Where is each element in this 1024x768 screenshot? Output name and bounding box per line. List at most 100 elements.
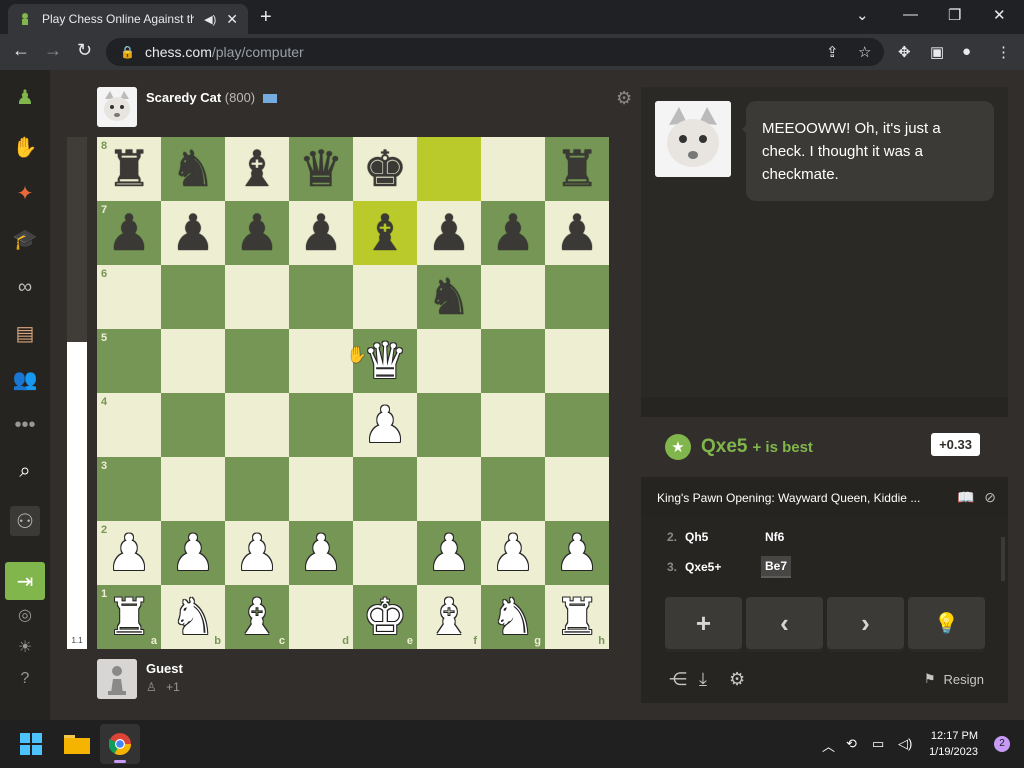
white-king-icon[interactable]: ♚: [353, 585, 417, 649]
white-pawn-icon[interactable]: ♟: [225, 521, 289, 585]
back-icon[interactable]: ←: [12, 40, 30, 61]
black-rook-icon[interactable]: ♜: [545, 137, 609, 201]
reload-icon[interactable]: ↻: [77, 40, 92, 61]
globe-icon[interactable]: ◎: [10, 600, 40, 630]
chess-logo-icon[interactable]: ♟: [10, 82, 40, 112]
square-c4[interactable]: [225, 393, 289, 457]
square-c8[interactable]: ♝: [225, 137, 289, 201]
news-icon[interactable]: ▤: [10, 318, 40, 348]
white-knight-icon[interactable]: ♞: [481, 585, 545, 649]
browser-tab[interactable]: Play Chess Online Against th ◀) ✕: [8, 4, 248, 34]
square-c2[interactable]: ♟: [225, 521, 289, 585]
explorer-compass-icon[interactable]: ⊘: [984, 489, 996, 505]
black-knight-icon[interactable]: ♞: [161, 137, 225, 201]
close-tab-icon[interactable]: ✕: [226, 11, 238, 28]
taskbar-clock[interactable]: 12:17 PM 1/19/2023: [929, 728, 978, 760]
watch-binoculars-icon[interactable]: ∞: [10, 272, 40, 302]
play-hand-icon[interactable]: ✋: [10, 132, 40, 162]
square-f7[interactable]: ♟: [417, 201, 481, 265]
square-h7[interactable]: ♟: [545, 201, 609, 265]
square-g7[interactable]: ♟: [481, 201, 545, 265]
address-bar[interactable]: 🔒 chess.com/play/computer: [106, 38, 884, 66]
square-b5[interactable]: [161, 329, 225, 393]
file-explorer-icon[interactable]: [64, 733, 90, 755]
restore-icon[interactable]: ❐: [948, 6, 961, 24]
square-b7[interactable]: ♟: [161, 201, 225, 265]
square-h8[interactable]: ♜: [545, 137, 609, 201]
forward-icon[interactable]: →: [44, 40, 62, 61]
black-rook-icon[interactable]: ♜: [97, 137, 161, 201]
black-pawn-icon[interactable]: ♟: [481, 201, 545, 265]
square-d8[interactable]: ♛: [289, 137, 353, 201]
white-pawn-icon[interactable]: ♟: [417, 521, 481, 585]
bookmark-star-icon[interactable]: ☆: [858, 43, 871, 61]
network-icon[interactable]: ▭: [872, 736, 884, 752]
square-h1[interactable]: h ♜: [545, 585, 609, 649]
learn-cap-icon[interactable]: 🎓: [10, 224, 40, 254]
square-e6[interactable]: [353, 265, 417, 329]
white-pawn-icon[interactable]: ♟: [481, 521, 545, 585]
square-b3[interactable]: [161, 457, 225, 521]
search-icon[interactable]: ⌕: [10, 456, 40, 486]
square-f3[interactable]: [417, 457, 481, 521]
square-d2[interactable]: ♟: [289, 521, 353, 585]
white-bishop-icon[interactable]: ♝: [225, 585, 289, 649]
help-icon[interactable]: ?: [10, 664, 40, 694]
black-king-icon[interactable]: ♚: [353, 137, 417, 201]
square-h5[interactable]: [545, 329, 609, 393]
square-f2[interactable]: ♟: [417, 521, 481, 585]
square-d7[interactable]: ♟: [289, 201, 353, 265]
close-window-icon[interactable]: ✕: [993, 6, 1006, 24]
profile-icon[interactable]: ●: [962, 43, 971, 60]
white-pawn-icon[interactable]: ♟: [353, 393, 417, 457]
black-move[interactable]: Nf6: [761, 527, 788, 547]
previous-move-button[interactable]: ‹: [746, 597, 823, 649]
new-tab-icon[interactable]: +: [260, 6, 272, 29]
menu-icon[interactable]: ⋮: [996, 43, 1011, 61]
square-c7[interactable]: ♟: [225, 201, 289, 265]
square-h3[interactable]: [545, 457, 609, 521]
white-knight-icon[interactable]: ♞: [161, 585, 225, 649]
share-icon[interactable]: ⋲: [669, 669, 687, 690]
square-h4[interactable]: [545, 393, 609, 457]
white-pawn-icon[interactable]: ♟: [97, 521, 161, 585]
white-move[interactable]: Qxe5+: [685, 560, 761, 574]
square-d4[interactable]: [289, 393, 353, 457]
settings-gear-icon[interactable]: ⚙: [729, 669, 745, 690]
download-icon[interactable]: ⤓: [699, 669, 707, 690]
square-a8[interactable]: 8 ♜: [97, 137, 161, 201]
square-e8[interactable]: ♚: [353, 137, 417, 201]
next-move-button[interactable]: ›: [827, 597, 904, 649]
square-e3[interactable]: [353, 457, 417, 521]
chrome-taskbar-button[interactable]: [100, 724, 140, 764]
square-a5[interactable]: 5: [97, 329, 161, 393]
white-rook-icon[interactable]: ♜: [97, 585, 161, 649]
book-icon[interactable]: 📖: [957, 489, 974, 505]
square-g5[interactable]: [481, 329, 545, 393]
extensions-icon[interactable]: ✥: [898, 43, 911, 61]
black-move-selected[interactable]: Be7: [761, 556, 792, 578]
side-panel-icon[interactable]: ▣: [930, 43, 944, 61]
square-g3[interactable]: [481, 457, 545, 521]
square-f5[interactable]: [417, 329, 481, 393]
square-d6[interactable]: [289, 265, 353, 329]
white-pawn-icon[interactable]: ♟: [161, 521, 225, 585]
tab-search-icon[interactable]: ⌄: [856, 6, 869, 24]
moves-scrollbar[interactable]: [1001, 537, 1005, 581]
square-a4[interactable]: 4: [97, 393, 161, 457]
square-f6[interactable]: ♞: [417, 265, 481, 329]
black-pawn-icon[interactable]: ♟: [417, 201, 481, 265]
square-d3[interactable]: [289, 457, 353, 521]
square-g1[interactable]: g ♞: [481, 585, 545, 649]
white-rook-icon[interactable]: ♜: [545, 585, 609, 649]
square-a2[interactable]: 2 ♟: [97, 521, 161, 585]
white-pawn-icon[interactable]: ♟: [289, 521, 353, 585]
square-h2[interactable]: ♟: [545, 521, 609, 585]
white-bishop-icon[interactable]: ♝: [417, 585, 481, 649]
social-icon[interactable]: 👥: [10, 364, 40, 394]
puzzles-icon[interactable]: ✦: [10, 178, 40, 208]
square-b6[interactable]: [161, 265, 225, 329]
square-f8[interactable]: [417, 137, 481, 201]
square-b2[interactable]: ♟: [161, 521, 225, 585]
square-g8[interactable]: [481, 137, 545, 201]
